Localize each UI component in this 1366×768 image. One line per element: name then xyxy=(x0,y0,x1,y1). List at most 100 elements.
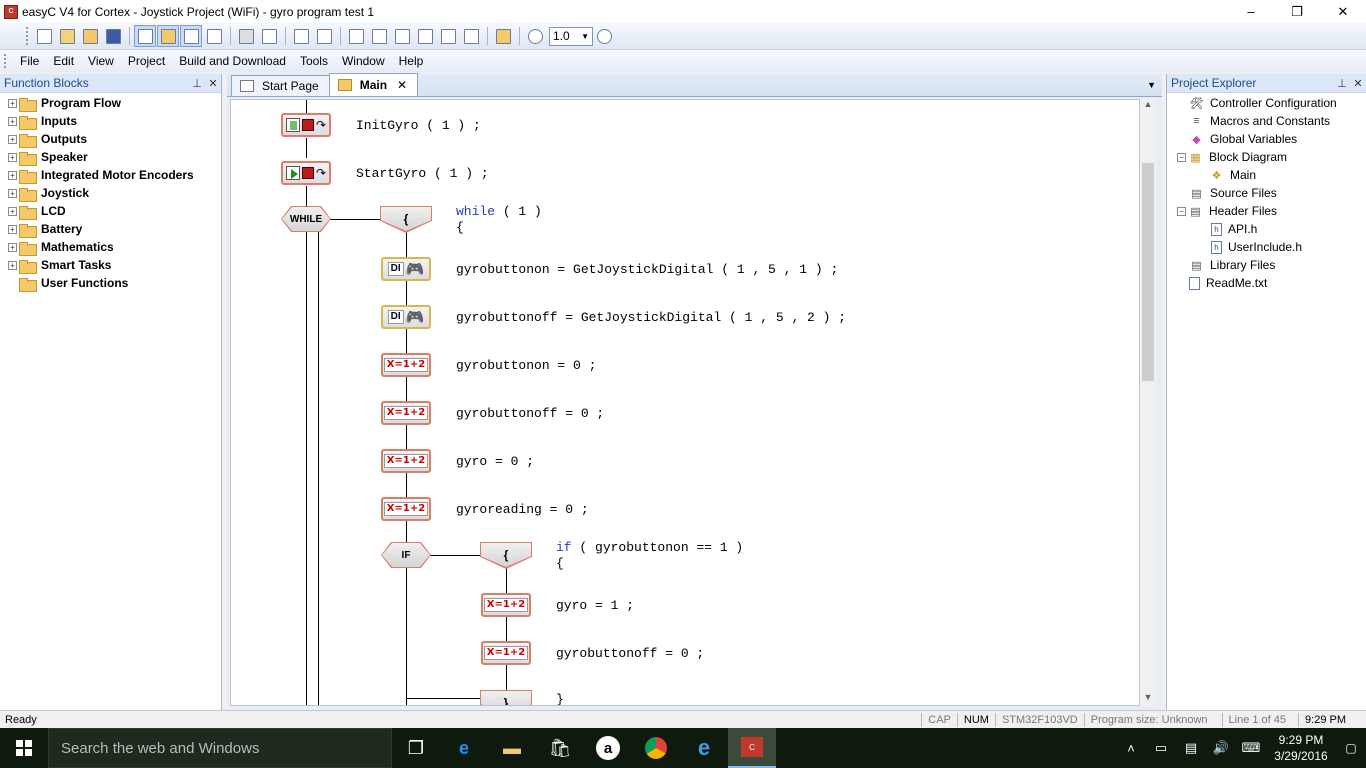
init-gyro-block[interactable]: ↷ xyxy=(281,113,331,137)
tree-item-controller-configuration[interactable]: 🛠 Controller Configuration xyxy=(1167,94,1366,112)
build-button[interactable] xyxy=(235,25,257,47)
download-button[interactable] xyxy=(258,25,280,47)
tree-item-user-functions[interactable]: User Functions xyxy=(0,274,221,292)
tabs-dropdown-icon[interactable]: ▼ xyxy=(1147,80,1156,90)
minimize-button[interactable]: – xyxy=(1228,0,1274,23)
tree-item-userinclude-h[interactable]: h UserInclude.h xyxy=(1167,238,1366,256)
pin-icon[interactable]: ⊥ xyxy=(189,77,205,90)
tree-item-joystick[interactable]: + Joystick xyxy=(0,184,221,202)
menu-tools[interactable]: Tools xyxy=(293,54,335,68)
show-hidden-icons-icon[interactable]: ˄ xyxy=(1116,741,1146,756)
menu-window[interactable]: Window xyxy=(335,54,392,68)
joystick-digital-block[interactable]: DI 🎮 xyxy=(381,257,431,281)
expand-icon[interactable]: + xyxy=(8,206,17,216)
task-view-button[interactable]: ❐ xyxy=(392,728,440,768)
action-center-icon[interactable]: ▢ xyxy=(1336,741,1366,755)
expression-block[interactable]: X=1+2 xyxy=(381,497,431,521)
tree-item-library-files[interactable]: ▤ Library Files xyxy=(1167,256,1366,274)
program-button[interactable] xyxy=(414,25,436,47)
tree-item-main[interactable]: ❖ Main xyxy=(1167,166,1366,184)
expand-icon[interactable]: + xyxy=(8,188,17,198)
online-window-button[interactable] xyxy=(460,25,482,47)
terminal-button[interactable] xyxy=(345,25,367,47)
menu-project[interactable]: Project xyxy=(121,54,172,68)
menu-view[interactable]: View xyxy=(81,54,121,68)
chrome-button[interactable] xyxy=(632,728,680,768)
close-icon[interactable]: ✕ xyxy=(1350,77,1366,90)
expression-block[interactable]: X=1+2 xyxy=(381,449,431,473)
tab-close-icon[interactable]: ✕ xyxy=(397,78,407,92)
toolbar-grip[interactable] xyxy=(26,27,29,45)
expand-icon[interactable]: + xyxy=(8,224,17,234)
tree-item-integrated-motor-encoders[interactable]: + Integrated Motor Encoders xyxy=(0,166,221,184)
expression-block[interactable]: X=1+2 xyxy=(381,401,431,425)
tab-start-page[interactable]: Start Page xyxy=(231,75,330,96)
close-icon[interactable]: ✕ xyxy=(205,77,221,90)
tab-main[interactable]: Main ✕ xyxy=(328,73,419,96)
collapse-icon[interactable]: − xyxy=(1177,206,1186,216)
scroll-up-icon[interactable]: ▲ xyxy=(1140,99,1156,113)
tree-item-readme-txt[interactable]: ReadMe.txt xyxy=(1167,274,1366,292)
tree-item-smart-tasks[interactable]: + Smart Tasks xyxy=(0,256,221,274)
close-window-button[interactable]: ✕ xyxy=(1320,0,1366,23)
internet-explorer-button[interactable]: e xyxy=(680,728,728,768)
file-explorer-button[interactable]: ▬ xyxy=(488,728,536,768)
menu-file[interactable]: File xyxy=(13,54,46,68)
battery-icon[interactable]: ▭ xyxy=(1146,740,1176,756)
easyc-taskbar-button[interactable]: C xyxy=(728,728,776,768)
menu-build-and-download[interactable]: Build and Download xyxy=(172,54,293,68)
expression-block[interactable]: X=1+2 xyxy=(481,641,531,665)
zoom-in-button[interactable] xyxy=(524,25,546,47)
expand-icon[interactable]: + xyxy=(8,116,17,126)
start-gyro-block[interactable]: ↷ xyxy=(281,161,331,185)
paste-button[interactable] xyxy=(391,25,413,47)
flowchart-canvas[interactable]: ↷ InitGyro ( 1 ) ; ↷ StartGyro ( 1 ) ; W… xyxy=(230,99,1140,706)
expand-icon[interactable]: + xyxy=(8,152,17,162)
tree-item-battery[interactable]: + Battery xyxy=(0,220,221,238)
copy-button[interactable] xyxy=(313,25,335,47)
expand-icon[interactable]: + xyxy=(8,242,17,252)
new-project-button[interactable] xyxy=(56,25,78,47)
tree-item-outputs[interactable]: + Outputs xyxy=(0,130,221,148)
new-file-button[interactable] xyxy=(33,25,55,47)
scroll-down-icon[interactable]: ▼ xyxy=(1140,692,1156,706)
start-page-button[interactable] xyxy=(134,25,156,47)
tree-item-speaker[interactable]: + Speaker xyxy=(0,148,221,166)
expand-icon[interactable]: + xyxy=(8,260,17,270)
network-icon[interactable]: ▤ xyxy=(1176,740,1206,756)
tree-item-lcd[interactable]: + LCD xyxy=(0,202,221,220)
if-block[interactable]: IF xyxy=(382,543,430,567)
if-open-brace-block[interactable]: { xyxy=(481,543,531,567)
tree-item-global-variables[interactable]: ◆ Global Variables xyxy=(1167,130,1366,148)
menu-help[interactable]: Help xyxy=(392,54,431,68)
menu-edit[interactable]: Edit xyxy=(46,54,81,68)
store-button[interactable]: 🛍 xyxy=(536,728,584,768)
while-block[interactable]: WHILE xyxy=(282,207,330,231)
zoom-out-button[interactable] xyxy=(593,25,615,47)
variables-button[interactable] xyxy=(203,25,225,47)
project-folder-button[interactable] xyxy=(492,25,514,47)
tree-item-source-files[interactable]: ▤ Source Files xyxy=(1167,184,1366,202)
expand-icon[interactable]: + xyxy=(8,98,17,108)
editor-vertical-scrollbar[interactable]: ▲ ▼ xyxy=(1140,99,1156,706)
tree-item-api-h[interactable]: h API.h xyxy=(1167,220,1366,238)
function-blocks-button[interactable] xyxy=(157,25,179,47)
menu-grip[interactable] xyxy=(4,54,7,68)
while-open-brace-block[interactable]: { xyxy=(381,207,431,231)
table-button[interactable] xyxy=(368,25,390,47)
taskbar-search-box[interactable]: Search the web and Windows xyxy=(48,728,392,768)
tree-item-program-flow[interactable]: + Program Flow xyxy=(0,94,221,112)
open-button[interactable] xyxy=(79,25,101,47)
taskbar-clock[interactable]: 9:29 PM 3/29/2016 xyxy=(1266,732,1336,764)
pin-icon[interactable]: ⊥ xyxy=(1334,77,1350,90)
tree-item-mathematics[interactable]: + Mathematics xyxy=(0,238,221,256)
expand-icon[interactable]: + xyxy=(8,134,17,144)
cut-button[interactable] xyxy=(290,25,312,47)
project-explorer-button[interactable] xyxy=(180,25,202,47)
expression-block[interactable]: X=1+2 xyxy=(381,353,431,377)
keyboard-icon[interactable]: ⌨ xyxy=(1236,740,1266,756)
volume-icon[interactable]: 🔊 xyxy=(1206,740,1236,756)
restore-button[interactable]: ❐ xyxy=(1274,0,1320,23)
tree-item-macros-and-constants[interactable]: ≡ Macros and Constants xyxy=(1167,112,1366,130)
tree-item-block-diagram[interactable]: − ▦ Block Diagram xyxy=(1167,148,1366,166)
